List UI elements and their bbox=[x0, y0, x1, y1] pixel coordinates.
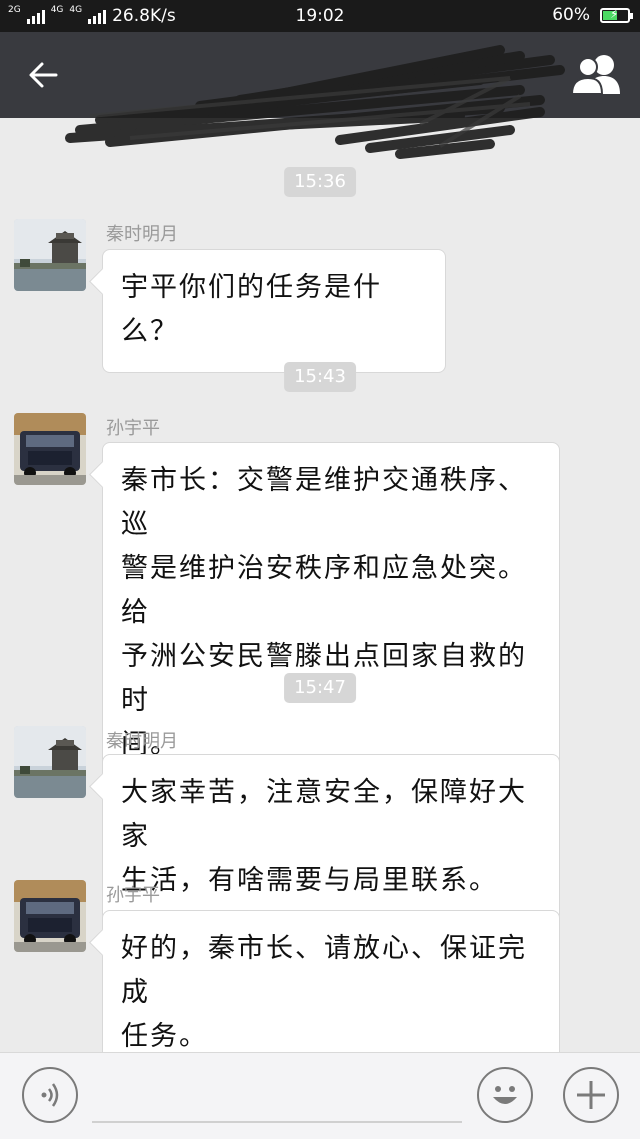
message-line: 宇平你们的任务是什么？ bbox=[121, 272, 382, 347]
emoji-icon bbox=[493, 1086, 517, 1104]
avatar[interactable] bbox=[14, 880, 86, 952]
message-bubble[interactable]: 大家幸苦，注意安全，保障好大家 生活，有啥需要与局里联系。 bbox=[102, 754, 560, 922]
input-bar bbox=[0, 1052, 640, 1139]
message-line: 警是维护治安秩序和应急处突。给 bbox=[121, 553, 527, 628]
timestamp: 15:43 bbox=[284, 362, 356, 392]
message-input[interactable] bbox=[92, 1121, 462, 1123]
voice-button[interactable] bbox=[22, 1067, 78, 1123]
avatar[interactable] bbox=[14, 219, 86, 291]
message-line: 生活，有啥需要与局里联系。 bbox=[121, 865, 498, 896]
redaction-scribble bbox=[65, 45, 565, 159]
avatar[interactable] bbox=[14, 726, 86, 798]
avatar[interactable] bbox=[14, 413, 86, 485]
sender-name: 秦时明月 bbox=[106, 224, 178, 245]
plus-icon bbox=[577, 1081, 605, 1109]
battery-icon: ⚡ bbox=[600, 7, 633, 23]
message-line: 大家幸苦，注意安全，保障好大家 bbox=[121, 777, 527, 852]
sender-name: 孙宇平 bbox=[106, 418, 160, 439]
timestamp: 15:47 bbox=[284, 673, 356, 703]
timestamp: 15:36 bbox=[284, 167, 356, 197]
sender-name: 秦时明月 bbox=[106, 731, 178, 752]
message-line: 好的，秦市长、请放心、保证完成 bbox=[121, 933, 527, 1008]
message-bubble[interactable]: 宇平你们的任务是什么？ bbox=[102, 249, 446, 373]
voice-icon bbox=[41, 1083, 59, 1107]
sender-name: 孙宇平 bbox=[106, 885, 160, 906]
more-button[interactable] bbox=[563, 1067, 619, 1123]
emoji-button[interactable] bbox=[477, 1067, 533, 1123]
message-line: 秦市长：交警是维护交通秩序、巡 bbox=[121, 465, 527, 540]
